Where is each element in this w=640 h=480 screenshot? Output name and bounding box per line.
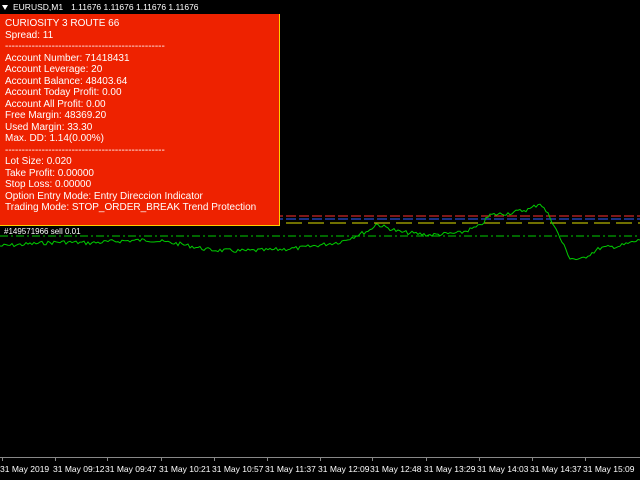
spread-text: Spread: 11	[5, 29, 54, 41]
time-tick-label: 31 May 13:29	[424, 464, 476, 474]
account-balance-text: Account Balance: 48403.64	[5, 75, 128, 87]
triangle-down-icon[interactable]	[2, 4, 8, 10]
time-tick-mark	[2, 458, 3, 461]
time-tick-mark	[532, 458, 533, 461]
time-tick-label: 31 May 10:21	[159, 464, 211, 474]
symbol-name: EURUSD,M1	[13, 2, 64, 12]
take-profit-text: Take Profit: 0.00000	[5, 167, 94, 179]
entry-mode-text: Option Entry Mode: Entry Direccion Indic…	[5, 190, 203, 202]
separator: ----------------------------------------…	[5, 41, 165, 52]
free-margin-text: Free Margin: 48369.20	[5, 110, 107, 121]
time-tick-label: 31 May 10:57	[212, 464, 264, 474]
time-tick-mark	[426, 458, 427, 461]
ea-title: CURIOSITY 3 ROUTE 66	[5, 18, 120, 29]
trading-mode-text: Trading Mode: STOP_ORDER_BREAK Trend Pro…	[5, 202, 257, 213]
ohlc-prices: 1.11676 1.11676 1.11676 1.11676	[71, 2, 199, 12]
time-tick-mark	[214, 458, 215, 461]
time-tick-label: 31 May 14:03	[477, 464, 529, 474]
ea-info-panel: CURIOSITY 3 ROUTE 66 Spread: 11 --------…	[0, 14, 280, 226]
time-tick-mark	[161, 458, 162, 461]
time-tick-label: 31 May 12:48	[370, 464, 422, 474]
time-tick-mark	[479, 458, 480, 461]
all-profit-text: Account All Profit: 0.00	[5, 98, 106, 110]
separator: ----------------------------------------…	[5, 144, 165, 156]
time-tick-label: 31 May 09:47	[105, 464, 157, 474]
account-number-text: Account Number: 71418431	[5, 52, 130, 64]
symbol-header[interactable]: EURUSD,M1 1.11676 1.11676 1.11676 1.1167…	[0, 0, 199, 14]
time-tick-mark	[585, 458, 586, 461]
time-tick-label: 31 May 11:37	[265, 464, 316, 474]
time-tick-label: 31 May 14:37	[530, 464, 582, 474]
time-tick-mark	[267, 458, 268, 461]
used-margin-text: Used Margin: 33.30	[5, 121, 93, 133]
time-tick-label: 31 May 12:09	[318, 464, 370, 474]
order-label[interactable]: #149571966 sell 0.01	[4, 227, 81, 236]
time-tick-mark	[372, 458, 373, 461]
account-leverage-text: Account Leverage: 20	[5, 64, 103, 75]
time-tick-mark	[55, 458, 56, 461]
time-tick-mark	[320, 458, 321, 461]
time-tick-label: 31 May 09:12	[53, 464, 105, 474]
time-tick-mark	[107, 458, 108, 461]
lot-size-text: Lot Size: 0.020	[5, 156, 72, 167]
time-axis: 31 May 2019 31 May 09:12 31 May 09:47 31…	[0, 457, 640, 480]
max-dd-text: Max. DD: 1.14(0.00%)	[5, 133, 104, 144]
time-tick-label: 31 May 2019	[0, 464, 50, 474]
stop-loss-text: Stop Loss: 0.00000	[5, 179, 92, 190]
time-tick-label: 31 May 15:09	[583, 464, 635, 474]
today-profit-text: Account Today Profit: 0.00	[5, 87, 122, 98]
chart-window[interactable]: EURUSD,M1 1.11676 1.11676 1.11676 1.1167…	[0, 0, 640, 480]
